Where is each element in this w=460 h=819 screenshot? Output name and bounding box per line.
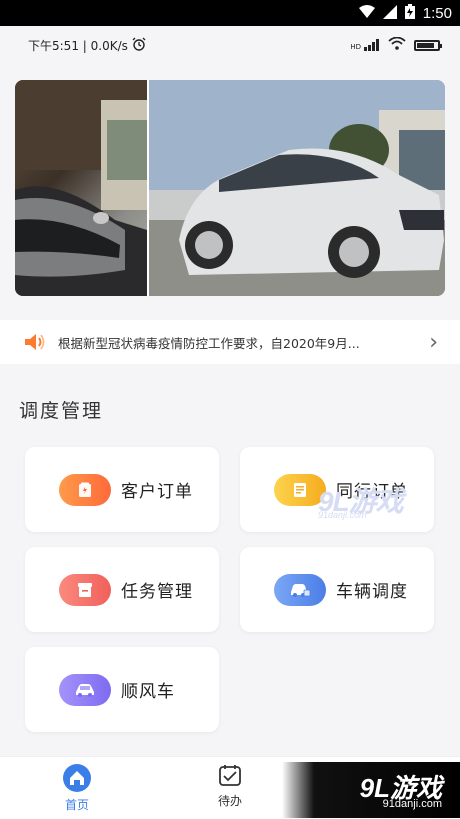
battery-full-icon <box>404 4 415 23</box>
battery-icon <box>414 39 442 51</box>
system-status-bar: 1:50 <box>0 0 460 26</box>
watermark-logo: 9L游戏 91danji.com <box>318 480 404 520</box>
menu-label: 客户订单 <box>121 482 193 502</box>
menu-card-task-management[interactable]: 任务管理 <box>25 547 219 632</box>
signal-icon <box>382 4 397 23</box>
car-icon <box>59 673 111 706</box>
system-clock: 1:50 <box>422 5 452 22</box>
banner-image-sedan[interactable] <box>149 80 445 296</box>
menu-label: 车辆调度 <box>336 582 408 602</box>
task-icon <box>59 573 111 606</box>
menu-label: 顺风车 <box>121 682 175 702</box>
hd-label: HD <box>350 43 361 51</box>
alarm-icon <box>132 37 146 54</box>
section-title: 调度管理 <box>19 400 104 422</box>
status-time-speed: 下午5:51 | 0.0K/s <box>28 39 128 53</box>
watermark-corner: 9L游戏 91danji.com <box>282 762 460 818</box>
menu-label: 任务管理 <box>121 582 193 602</box>
battery-fill <box>417 42 434 48</box>
watermark-url: 91danji.com <box>318 510 367 520</box>
banner-carousel[interactable] <box>15 80 445 296</box>
menu-card-vehicle-dispatch[interactable]: 车辆调度 <box>240 547 434 632</box>
wifi-icon <box>388 36 406 53</box>
hd-signal-icon: HD <box>350 39 380 51</box>
wifi-icon <box>358 4 375 23</box>
car-dispatch-icon <box>274 573 326 606</box>
order-icon <box>59 473 111 506</box>
todo-icon <box>219 765 241 786</box>
notice-bar[interactable]: 根据新型冠状病毒疫情防控工作要求，自2020年9月... › <box>0 320 460 364</box>
watermark-url: 91danji.com <box>382 798 442 810</box>
home-icon <box>63 764 91 792</box>
menu-card-ride-share[interactable]: 顺风车 <box>25 647 219 732</box>
tab-todo[interactable]: 待办 <box>190 763 270 809</box>
app-status-bar: 下午5:51 | 0.0K/s HD <box>0 26 460 64</box>
notice-text: 根据新型冠状病毒疫情防控工作要求，自2020年9月... <box>58 336 360 351</box>
tab-home[interactable]: 首页 <box>37 763 117 813</box>
chevron-right-icon[interactable]: › <box>429 330 438 355</box>
banner-image-car-front[interactable] <box>15 80 147 296</box>
speaker-icon <box>24 333 46 351</box>
menu-card-customer-order[interactable]: 客户订单 <box>25 447 219 532</box>
tab-label: 首页 <box>64 798 89 812</box>
tab-label: 待办 <box>217 794 242 808</box>
